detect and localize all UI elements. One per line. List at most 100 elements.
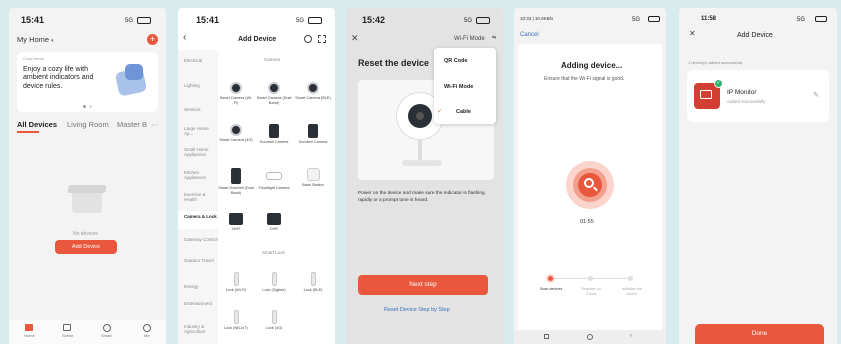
device-tile[interactable]: Smart Camera (BLE) — [295, 82, 331, 101]
status-network: 5G — [464, 18, 473, 24]
category-item[interactable]: Large Home Ap... — [184, 126, 218, 136]
category-item[interactable]: Outdoor Travel — [184, 258, 218, 263]
me-icon[interactable] — [143, 324, 151, 332]
step-dot — [628, 276, 633, 281]
add-device-button[interactable]: Add Device — [55, 240, 117, 254]
menu-item-wifi-mode[interactable]: Wi-Fi Mode — [444, 84, 473, 91]
device-tile[interactable]: NVR — [218, 213, 254, 232]
step-label: Initialize the device — [621, 287, 643, 296]
mode-menu: QR Code Wi-Fi Mode ✓ Cable — [434, 48, 496, 124]
banner-card[interactable]: Cozy Home Enjoy a cozy life with ambient… — [17, 52, 158, 112]
menu-icon[interactable] — [544, 334, 549, 339]
status-network: 5G — [632, 17, 641, 23]
more-icon[interactable]: ··· — [151, 121, 159, 129]
timer: 01:55 — [580, 219, 594, 225]
banner-small-label: Cozy Home — [23, 56, 44, 61]
device-tile[interactable]: DVR — [256, 213, 292, 232]
nvr-icon — [229, 213, 243, 225]
check-icon: ✓ — [437, 109, 443, 115]
step-label: Register on Cloud — [581, 287, 601, 296]
category-item[interactable]: Industry & Agriculture — [184, 324, 218, 334]
bottom-nav: Home Scene Smart Me — [9, 320, 166, 344]
device-tile[interactable]: Lock (BLE) — [295, 272, 331, 293]
mode-selector[interactable]: Wi-Fi Mode — [454, 36, 485, 42]
step-label: Scan devices — [539, 287, 563, 291]
search-button — [578, 173, 602, 197]
camera-icon — [268, 82, 280, 94]
wifi-scan-icon[interactable] — [304, 35, 312, 43]
smart-icon[interactable] — [103, 324, 111, 332]
category-item[interactable]: Energy — [184, 284, 218, 289]
pager-dot — [89, 105, 92, 108]
device-tile[interactable]: Doorbell Camera — [256, 124, 292, 145]
device-label: Lock (4G) — [265, 326, 283, 330]
status-time: 15:41 — [196, 15, 220, 25]
qr-scan-icon[interactable] — [318, 35, 326, 43]
category-item[interactable]: Electrical — [184, 58, 218, 63]
device-tile[interactable]: Lock (Zigbee) — [256, 272, 292, 293]
page-title: Add Device — [238, 36, 277, 43]
tab-living-room[interactable]: Living Room — [67, 121, 109, 129]
page-subtitle: Ensure that the Wi-Fi signal is good. — [544, 76, 625, 82]
device-label: Lock (Zigbee) — [262, 288, 286, 292]
device-tile[interactable]: Smart Camera (4G) — [218, 124, 254, 143]
banner-illustration-front — [125, 64, 143, 80]
edit-icon[interactable]: ✎ — [813, 92, 819, 99]
back-icon[interactable]: ‹ — [630, 333, 632, 339]
nav-smart-label[interactable]: Smart — [101, 334, 112, 338]
device-tile[interactable]: Base Station — [295, 168, 331, 188]
screen-add-success: 11:58 5G ✕ Add Device 1 device(s) added … — [679, 8, 837, 344]
battery-icon — [137, 17, 151, 24]
status-time: 15:42 — [362, 15, 386, 25]
camera-icon — [230, 124, 242, 136]
category-item[interactable]: Gateway Control — [184, 237, 218, 242]
device-name: IP Monitor — [727, 89, 757, 96]
add-icon[interactable]: + — [147, 34, 158, 45]
reset-guide-link[interactable]: Reset Device Step by Step — [384, 307, 450, 314]
device-tile[interactable]: Doorbell Camera — [295, 124, 331, 145]
page-title: Add Device — [737, 32, 773, 39]
category-item[interactable]: Kitchen Appliances — [184, 170, 218, 180]
scene-icon[interactable] — [63, 324, 71, 331]
category-item[interactable]: Exercise & Health — [184, 192, 218, 202]
device-label: Lock (BLE) — [303, 288, 323, 292]
close-icon[interactable]: ✕ — [689, 30, 696, 38]
close-icon[interactable]: ✕ — [351, 34, 359, 43]
device-tile[interactable]: Smart Doorbell (Dual Band) — [218, 168, 254, 195]
nav-scene-label[interactable]: Scene — [62, 334, 73, 338]
step-dot-inner — [548, 276, 553, 281]
device-tile[interactable]: Floodlight Camera — [256, 168, 292, 191]
device-tile[interactable]: Lock (Wi-Fi) — [218, 272, 254, 293]
done-button[interactable]: Done — [695, 324, 824, 344]
menu-item-cable[interactable]: Cable — [456, 109, 471, 116]
home-selector[interactable]: My Home — [17, 36, 49, 44]
tab-all-devices[interactable]: All Devices — [17, 121, 57, 129]
nav-home-label[interactable]: Home — [24, 334, 35, 338]
next-step-button[interactable]: Next step — [358, 275, 488, 295]
category-item[interactable]: Entertainment — [184, 301, 218, 306]
home-icon[interactable] — [587, 334, 593, 340]
nav-me-label[interactable]: Me — [144, 334, 150, 338]
device-tile[interactable]: Lock (NB-IoT) — [218, 310, 254, 331]
base-station-icon — [306, 168, 320, 181]
device-tile[interactable]: Smart Camera (Dual Band) — [256, 82, 292, 105]
cancel-button[interactable]: Cancel — [520, 32, 539, 38]
category-item[interactable]: Lighting — [184, 83, 218, 88]
category-item[interactable]: Sensors — [184, 107, 218, 112]
menu-item-qr-code[interactable]: QR Code — [444, 58, 468, 65]
dvr-icon — [267, 213, 281, 225]
empty-box-icon — [64, 183, 110, 217]
lock-icon — [233, 272, 239, 286]
device-tile[interactable]: Lock (4G) — [256, 310, 292, 331]
device-card[interactable]: ✓ IP Monitor Added successfully ✎ — [687, 70, 829, 122]
battery-icon — [308, 17, 322, 24]
status-left: 10:33 | 10.9KB/s — [520, 16, 554, 21]
status-network: 5G — [125, 18, 134, 24]
back-icon[interactable]: ‹ — [183, 33, 186, 43]
category-item[interactable]: Small Home Appliances — [184, 147, 218, 157]
category-item-active[interactable]: Camera & Lock — [184, 214, 218, 219]
tab-master-bedroom[interactable]: Master B — [117, 121, 147, 129]
device-tile[interactable]: Smart Camera (Wi-Fi) — [218, 82, 254, 105]
home-icon[interactable] — [25, 324, 33, 331]
chevron-down-icon: ▾ — [51, 38, 54, 44]
